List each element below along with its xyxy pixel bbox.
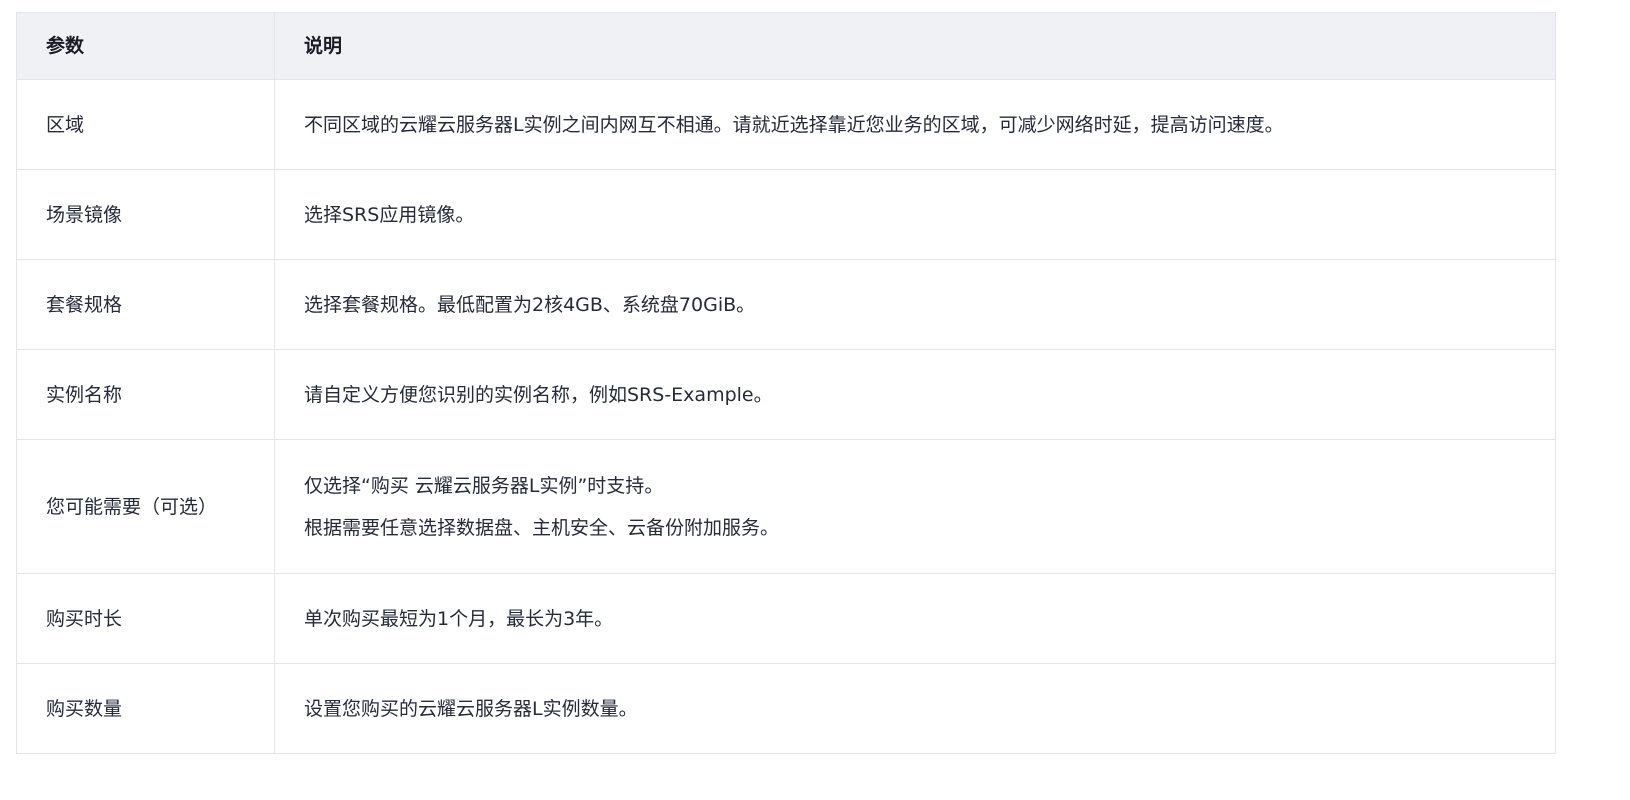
description-text: 选择套餐规格。最低配置为2核4GB、系统盘70GiB。	[304, 293, 756, 316]
header-description: 说明	[274, 12, 1556, 80]
description-cell: 请自定义方便您识别的实例名称，例如SRS-Example。	[274, 349, 1556, 440]
table-row: 实例名称 请自定义方便您识别的实例名称，例如SRS-Example。	[16, 349, 1556, 440]
description-cell: 仅选择“购买 云耀云服务器L实例”时支持。 根据需要任意选择数据盘、主机安全、云…	[274, 439, 1556, 574]
parameter-table-container: 参数 说明 区域 不同区域的云耀云服务器L实例之间内网互不相通。请就近选择靠近您…	[16, 12, 1556, 754]
table-row: 购买时长 单次购买最短为1个月，最长为3年。	[16, 573, 1556, 664]
description-text: 仅选择“购买 云耀云服务器L实例”时支持。	[304, 474, 664, 497]
table-row: 您可能需要（可选） 仅选择“购买 云耀云服务器L实例”时支持。 根据需要任意选择…	[16, 439, 1556, 574]
description-cell: 单次购买最短为1个月，最长为3年。	[274, 573, 1556, 664]
table-row: 区域 不同区域的云耀云服务器L实例之间内网互不相通。请就近选择靠近您业务的区域，…	[16, 79, 1556, 170]
param-cell: 实例名称	[16, 349, 275, 440]
param-cell: 您可能需要（可选）	[16, 439, 275, 574]
table-row: 套餐规格 选择套餐规格。最低配置为2核4GB、系统盘70GiB。	[16, 259, 1556, 350]
description-cell: 选择套餐规格。最低配置为2核4GB、系统盘70GiB。	[274, 259, 1556, 350]
header-param: 参数	[16, 12, 275, 80]
description-cell: 设置您购买的云耀云服务器L实例数量。	[274, 663, 1556, 754]
param-cell: 区域	[16, 79, 275, 170]
description-text: 选择SRS应用镜像。	[304, 203, 475, 226]
description-text: 不同区域的云耀云服务器L实例之间内网互不相通。请就近选择靠近您业务的区域，可减少…	[304, 113, 1284, 136]
param-cell: 套餐规格	[16, 259, 275, 350]
description-text: 根据需要任意选择数据盘、主机安全、云备份附加服务。	[304, 516, 780, 539]
table-header-row: 参数 说明	[16, 12, 1556, 80]
description-text: 单次购买最短为1个月，最长为3年。	[304, 607, 614, 630]
param-cell: 购买时长	[16, 573, 275, 664]
description-text: 请自定义方便您识别的实例名称，例如SRS-Example。	[304, 383, 773, 406]
param-cell: 购买数量	[16, 663, 275, 754]
description-cell: 不同区域的云耀云服务器L实例之间内网互不相通。请就近选择靠近您业务的区域，可减少…	[274, 79, 1556, 170]
table-row: 购买数量 设置您购买的云耀云服务器L实例数量。	[16, 663, 1556, 754]
description-cell: 选择SRS应用镜像。	[274, 169, 1556, 260]
param-cell: 场景镜像	[16, 169, 275, 260]
description-text: 设置您购买的云耀云服务器L实例数量。	[304, 697, 638, 720]
parameter-table: 参数 说明 区域 不同区域的云耀云服务器L实例之间内网互不相通。请就近选择靠近您…	[16, 12, 1556, 754]
table-row: 场景镜像 选择SRS应用镜像。	[16, 169, 1556, 260]
